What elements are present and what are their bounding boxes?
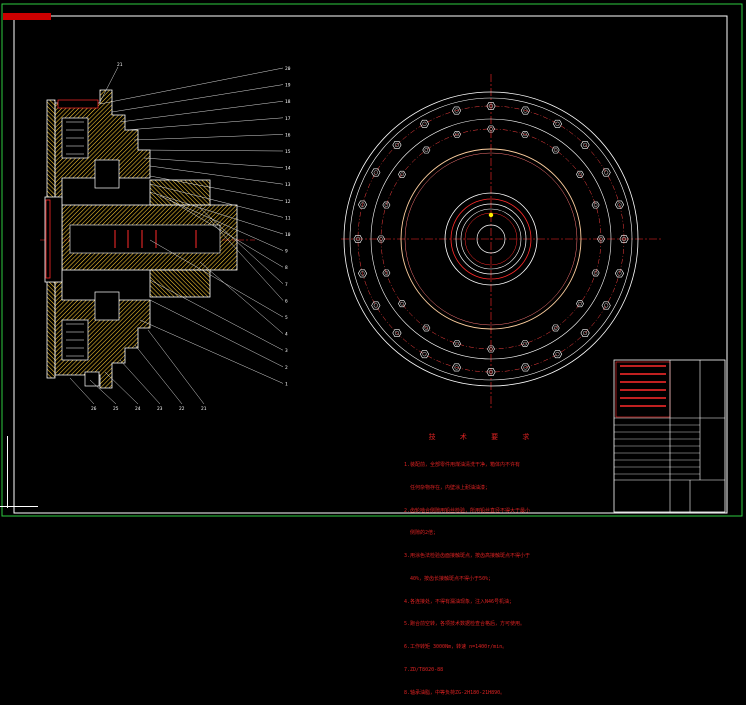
part-number-label: 17 bbox=[285, 116, 291, 122]
part-number-label: 11 bbox=[285, 215, 291, 221]
part-number-label: 14 bbox=[285, 166, 291, 172]
requirement-line: 5.跑合前空转，各项技术数据检查合格后，方可使用。 bbox=[404, 621, 526, 628]
requirement-line: 3.用涂色法检验齿面接触斑点，按齿高接触斑点不得小于 bbox=[404, 553, 531, 560]
part-number-label: 15 bbox=[285, 149, 291, 155]
part-number-label: 3 bbox=[285, 348, 288, 354]
requirement-line: 4.各连接处，不得有漏油现象，注入N46号机油； bbox=[404, 598, 515, 605]
bolt-top bbox=[57, 99, 99, 109]
part-number-label: 1 bbox=[285, 381, 288, 387]
part-number-label: 6 bbox=[285, 298, 288, 304]
requirement-line: 6.工作转矩 3000Nm，转速 n=1400r/min。 bbox=[404, 644, 508, 651]
sheet-tab-label bbox=[3, 13, 51, 20]
bearing-lower bbox=[94, 291, 120, 321]
shaft-bore bbox=[69, 224, 221, 254]
crosshair-cursor-horizontal bbox=[0, 506, 38, 507]
part-number-label: 25 bbox=[113, 406, 119, 412]
technical-requirements-title: 技 术 要 求 bbox=[428, 433, 540, 442]
technical-requirements: 技 术 要 求 1.装配前，全部零件用煤油清洗干净，箱体内不许有 任何杂物存在，… bbox=[404, 419, 604, 705]
part-number-label: 26 bbox=[91, 406, 97, 412]
part-number-label: 19 bbox=[285, 83, 291, 89]
requirement-line: 1.装配前，全部零件用煤油清洗干净，箱体内不许有 bbox=[404, 461, 521, 468]
key-marker bbox=[488, 212, 494, 218]
requirement-line: 2.齿轮啮合侧隙用铅丝检验，所用铅丝直径不得大于最小 bbox=[404, 507, 531, 514]
part-number-label: 21 bbox=[201, 406, 207, 412]
part-number-label: 16 bbox=[285, 132, 291, 138]
requirement-line: 40%，按齿长接触斑点不得小于50%； bbox=[404, 575, 494, 582]
crosshair-cursor-vertical bbox=[7, 436, 8, 508]
cad-drawing-canvas[interactable]: 201918171615141312111098765432126 25 24 23 2… bbox=[0, 0, 746, 519]
bearing-upper bbox=[94, 159, 120, 189]
part-number-label: 12 bbox=[285, 199, 291, 205]
part-number-label: 5 bbox=[285, 315, 288, 321]
part-number-label: 2 bbox=[285, 365, 288, 371]
part-number-label: 4 bbox=[285, 332, 288, 338]
part-number-label: 13 bbox=[285, 182, 291, 188]
bolt-bottom bbox=[84, 371, 100, 387]
end-cap bbox=[44, 196, 63, 283]
part-number-label: 7 bbox=[285, 282, 288, 288]
part-number-label: 9 bbox=[285, 249, 288, 255]
requirement-line: 侧隙的2倍； bbox=[404, 530, 439, 537]
part-number-label: 18 bbox=[285, 99, 291, 105]
part-number-label: 24 bbox=[135, 406, 141, 412]
part-number-label: 10 bbox=[285, 232, 291, 238]
output-hub-lower bbox=[149, 269, 211, 298]
part-number-label: 22 bbox=[179, 406, 185, 412]
part-number-label: 23 bbox=[157, 406, 163, 412]
requirement-line: 任何杂物存在，内壁涂上耐油油漆； bbox=[404, 484, 491, 491]
part-number-label: 20 bbox=[285, 66, 291, 72]
part-number-label: 8 bbox=[285, 265, 288, 271]
requirement-line: 7.ZD/T8020-88 bbox=[404, 667, 444, 673]
requirement-line: 8.轴承油脂，中等负荷ZG-2H180-21H890。 bbox=[404, 689, 506, 696]
part-number-label: 21 bbox=[117, 62, 123, 68]
